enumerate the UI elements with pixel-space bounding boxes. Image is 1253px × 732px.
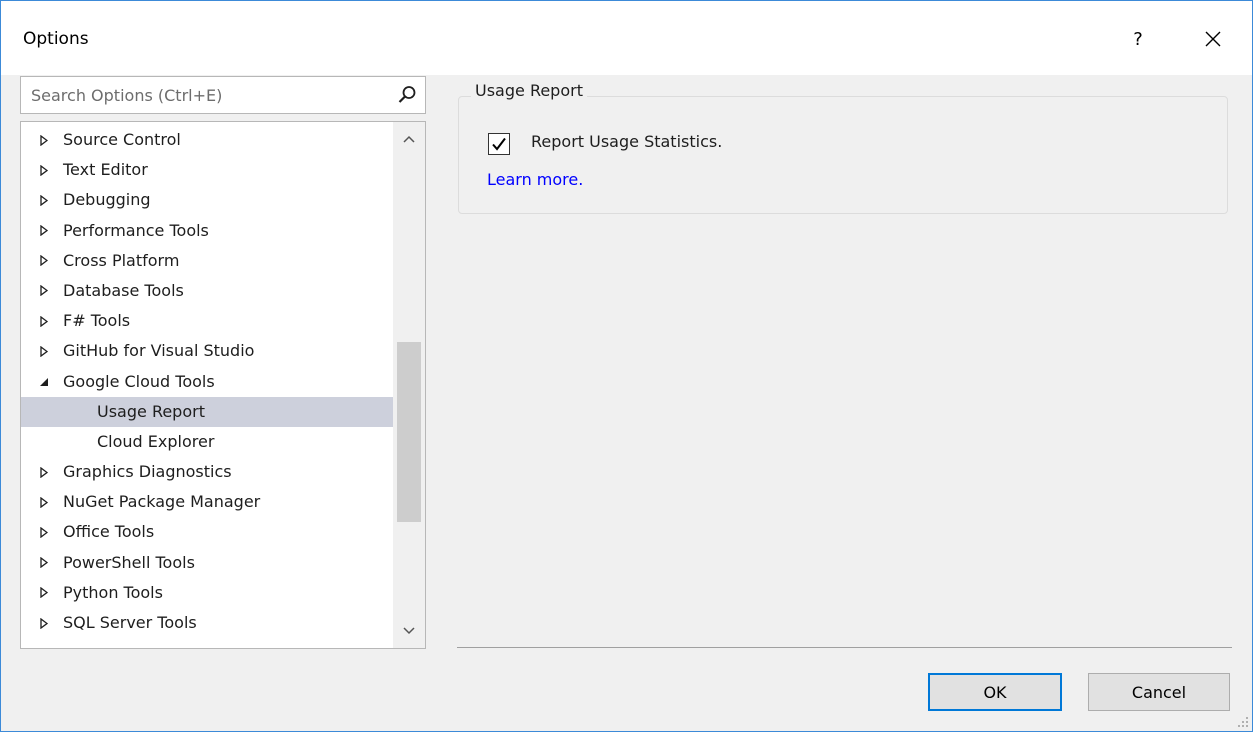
tree-item-label: Python Tools [63, 582, 163, 602]
scroll-up-button[interactable] [393, 124, 425, 154]
expander-collapsed-icon[interactable] [37, 578, 51, 608]
tree-item[interactable]: GitHub for Visual Studio [21, 336, 393, 366]
expander-collapsed-icon[interactable] [37, 517, 51, 547]
close-icon [1205, 31, 1221, 47]
chevron-up-icon [403, 135, 415, 143]
title-bar: Options ? [1, 1, 1252, 75]
checkmark-icon [492, 137, 506, 151]
tree-item[interactable]: Debugging [21, 185, 393, 215]
window-title: Options [23, 29, 89, 49]
tree-item[interactable]: Performance Tools [21, 216, 393, 246]
tree-item-label: Graphics Diagnostics [63, 462, 232, 482]
tree-item[interactable]: Source Control [21, 125, 393, 155]
tree-item-label: PowerShell Tools [63, 552, 195, 572]
tree-item-label: Office Tools [63, 522, 155, 542]
expander-collapsed-icon[interactable] [37, 216, 51, 246]
tree-item[interactable]: PowerShell Tools [21, 548, 393, 578]
tree-item[interactable]: F# Tools [21, 306, 393, 336]
tree-item[interactable]: Office Tools [21, 517, 393, 547]
options-dialog: Options ? Source Control Text Editor Debug… [0, 0, 1253, 732]
scroll-down-button[interactable] [393, 616, 425, 646]
expander-collapsed-icon[interactable] [37, 155, 51, 185]
tree-item-label: F# Tools [63, 311, 131, 331]
expander-expanded-icon[interactable] [37, 367, 51, 397]
expander-collapsed-icon[interactable] [37, 487, 51, 517]
cancel-button[interactable]: Cancel [1088, 673, 1230, 711]
tree-list: Source Control Text Editor Debugging Perfor… [21, 125, 393, 638]
tree-item[interactable]: Cloud Explorer [21, 427, 393, 457]
tree-item-label: NuGet Package Manager [63, 492, 261, 512]
report-usage-label[interactable]: Report Usage Statistics. [531, 132, 722, 151]
tree-item-label: Usage Report [97, 401, 205, 421]
report-usage-checkbox[interactable] [488, 133, 510, 155]
tree-item[interactable]: Usage Report [21, 396, 393, 427]
group-title: Usage Report [471, 81, 587, 100]
tree-item-label: Performance Tools [63, 220, 209, 240]
separator [457, 647, 1232, 648]
options-tree: Source Control Text Editor Debugging Perfor… [20, 121, 426, 649]
tree-item[interactable]: Database Tools [21, 276, 393, 306]
expander-collapsed-icon[interactable] [37, 246, 51, 276]
close-button[interactable] [1193, 21, 1233, 57]
tree-item-label: Cross Platform [63, 250, 180, 270]
tree-item-label: SQL Server Tools [63, 613, 197, 632]
learn-more-link[interactable]: Learn more. [487, 170, 583, 189]
ok-button[interactable]: OK [928, 673, 1062, 711]
help-button[interactable]: ? [1119, 21, 1157, 57]
tree-item[interactable]: Google Cloud Tools [21, 367, 393, 397]
expander-collapsed-icon[interactable] [37, 185, 51, 215]
expander-collapsed-icon[interactable] [37, 276, 51, 306]
tree-scrollbar[interactable] [393, 122, 425, 648]
expander-collapsed-icon[interactable] [37, 125, 51, 155]
search-box [20, 76, 426, 114]
tree-item[interactable]: Text Editor [21, 155, 393, 185]
tree-item[interactable]: Cross Platform [21, 246, 393, 276]
tree-item[interactable]: Python Tools [21, 578, 393, 608]
chevron-down-icon [403, 627, 415, 635]
tree-item-label: Debugging [63, 190, 151, 210]
tree-item-label: Source Control [63, 130, 181, 149]
expander-collapsed-icon[interactable] [37, 306, 51, 336]
resize-grip-icon[interactable] [1237, 716, 1249, 728]
expander-collapsed-icon[interactable] [37, 548, 51, 578]
tree-item-label: Database Tools [63, 280, 184, 300]
tree-item-label: Cloud Explorer [97, 431, 215, 451]
expander-collapsed-icon[interactable] [37, 457, 51, 487]
tree-item-label: GitHub for Visual Studio [63, 341, 255, 361]
tree-item[interactable]: NuGet Package Manager [21, 487, 393, 517]
expander-collapsed-icon[interactable] [37, 608, 51, 638]
search-input[interactable] [21, 77, 391, 113]
tree-item[interactable]: SQL Server Tools [21, 608, 393, 638]
usage-report-group [458, 96, 1228, 214]
tree-item[interactable]: Graphics Diagnostics [21, 457, 393, 487]
expander-collapsed-icon[interactable] [37, 336, 51, 366]
tree-item-label: Google Cloud Tools [63, 371, 215, 391]
search-icon[interactable] [397, 85, 417, 105]
scroll-thumb[interactable] [397, 342, 421, 522]
tree-item-label: Text Editor [63, 160, 148, 180]
